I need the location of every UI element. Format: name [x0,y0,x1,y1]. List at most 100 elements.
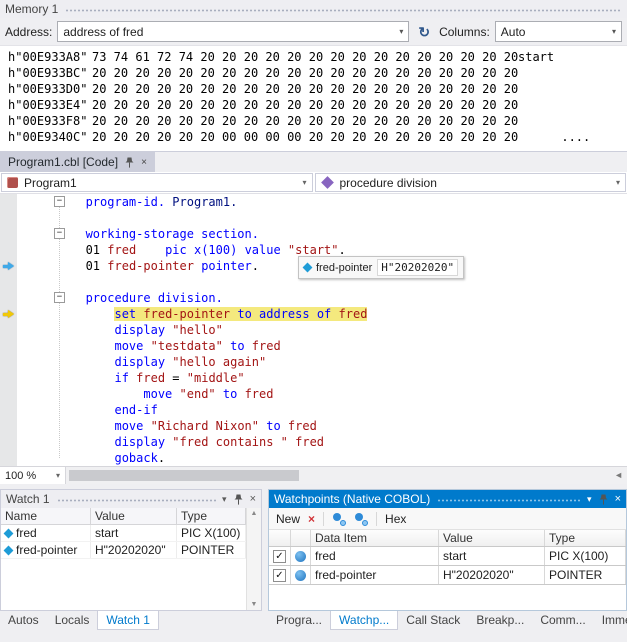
chevron-down-icon[interactable]: ▾ [612,27,616,36]
datatip[interactable]: fred-pointerH"20202020" [298,256,464,279]
code-lines: − program-id. Program1. − working-storage… [0,194,627,466]
memory-row[interactable]: h"00E933BC"20 20 20 20 20 20 20 20 20 20… [0,65,627,81]
watch-title-bar[interactable]: Watch 1 ▾ × [1,490,261,508]
memory-row[interactable]: h"00E933F8"20 20 20 20 20 20 20 20 20 20… [0,113,627,129]
window-position-icon[interactable]: ▾ [222,495,227,504]
watch-column-header[interactable]: Value [91,508,177,524]
code-line[interactable]: − working-storage section. [0,226,627,242]
fold-collapse-icon[interactable]: − [54,196,65,207]
watchpoint-column-header[interactable]: Value [439,530,545,546]
watchpoints-title-bar[interactable]: Watchpoints (Native COBOL) ▾ × [269,490,626,508]
watch-type: PIC X(100) [177,525,246,541]
code-line[interactable]: − program-id. Program1. [0,194,627,210]
chevron-down-icon: ▾ [616,178,620,187]
tab-watchp[interactable]: Watchp... [330,611,398,630]
window-position-icon[interactable]: ▾ [587,495,592,504]
memory-title-bar[interactable]: Memory 1 [0,0,627,18]
code-line[interactable]: display "fred contains " fred [0,434,627,450]
refresh-icon[interactable]: ↻ [418,25,430,39]
code-line[interactable]: move "testdata" to fred [0,338,627,354]
memory-ascii [518,65,627,81]
watchpoint-header-spacer [291,530,311,546]
columns-select[interactable]: Auto ▾ [495,21,622,42]
code-area[interactable]: − program-id. Program1. − working-storage… [0,194,627,466]
watchpoint-goto-icon[interactable] [354,512,368,526]
tab-call-stack[interactable]: Call Stack [398,611,468,630]
watchpoint-row[interactable]: ✓fredstartPIC X(100) [269,547,626,566]
tab-autos[interactable]: Autos [0,611,47,630]
scroll-left-icon[interactable]: ◄ [614,470,623,481]
memory-ascii [518,81,627,97]
tab-immedi[interactable]: Immedi... [594,611,627,630]
scroll-up-icon[interactable]: ▲ [251,510,258,517]
scope-value: Program1 [24,176,77,190]
code-line[interactable]: move "Richard Nixon" to fred [0,418,627,434]
code-line[interactable]: goback. [0,450,627,466]
code-line[interactable]: 01 fred-pointer pointer.fred-pointerH"20… [0,258,627,274]
watch-column-header[interactable]: Name [1,508,91,524]
close-icon[interactable]: × [250,494,256,505]
fold-collapse-icon[interactable]: − [54,228,65,239]
code-line[interactable]: if fred = "middle" [0,370,627,386]
watch-rows: fredstartPIC X(100)fred-pointerH"2020202… [1,525,246,559]
fold-collapse-icon[interactable]: − [54,292,65,303]
tab-breakp[interactable]: Breakp... [468,611,532,630]
code-line[interactable]: display "hello" [0,322,627,338]
tab-watch-1[interactable]: Watch 1 [97,611,159,630]
code-line[interactable]: − procedure division. [0,290,627,306]
datatip-value: H"20202020" [377,259,458,276]
memory-address: h"00E933D0" [0,81,92,97]
memory-hex-bytes: 73 74 61 72 74 20 20 20 20 20 20 20 20 2… [92,49,518,65]
watchpoint-rows: ✓fredstartPIC X(100)✓fred-pointerH"20202… [269,547,626,585]
address-input[interactable]: address of fred ▾ [57,21,409,42]
tab-locals[interactable]: Locals [47,611,98,630]
watchpoint-refresh-icon[interactable] [332,512,346,526]
address-value: address of fred [63,25,143,39]
new-watchpoint-button[interactable]: New [276,512,300,526]
watchpoint-enabled-checkbox[interactable]: ✓ [273,569,286,582]
tab-program1-cbl[interactable]: Program1.cbl [Code] × [0,152,155,172]
zoom-select[interactable]: 100 % ▾ [0,467,66,484]
chevron-down-icon[interactable]: ▾ [56,471,60,480]
watchpoint-column-header[interactable]: Type [545,530,626,546]
chevron-down-icon[interactable]: ▾ [399,27,403,36]
watch-diamond-icon [4,545,14,555]
scroll-down-icon[interactable]: ▼ [251,601,258,608]
code-line[interactable]: display "hello again" [0,354,627,370]
delete-watchpoint-icon[interactable]: × [308,513,315,525]
watch-column-header[interactable]: Type [177,508,246,524]
code-line[interactable]: set fred-pointer to address of fred [0,306,627,322]
tab-progra[interactable]: Progra... [268,611,330,630]
member-value: procedure division [340,176,437,190]
watch-scrollbar[interactable]: ▲ ▼ [246,508,261,610]
pin-icon[interactable] [234,494,243,505]
watch-row[interactable]: fredstartPIC X(100) [1,525,246,542]
memory-row[interactable]: h"00E9340C"20 20 20 20 20 20 00 00 00 00… [0,129,627,145]
code-line[interactable]: move "end" to fred [0,386,627,402]
close-icon[interactable]: × [141,157,147,168]
memory-row[interactable]: h"00E933D0"20 20 20 20 20 20 20 20 20 20… [0,81,627,97]
memory-ascii: start [518,49,627,65]
memory-hex-bytes: 20 20 20 20 20 20 20 20 20 20 20 20 20 2… [92,81,518,97]
hex-toggle-button[interactable]: Hex [385,512,406,526]
address-label: Address: [5,25,52,39]
close-icon[interactable]: × [615,494,621,505]
pin-icon[interactable] [599,494,608,505]
horizontal-scrollbar[interactable]: ◄ [66,467,627,484]
watchpoints-title: Watchpoints (Native COBOL) [274,492,430,506]
memory-hex-bytes: 20 20 20 20 20 20 00 00 00 00 20 20 20 2… [92,129,518,145]
scope-dropdown[interactable]: Program1 ▾ [1,173,313,192]
watch-row[interactable]: fred-pointerH"20202020"POINTER [1,542,246,559]
member-dropdown[interactable]: procedure division ▾ [315,173,627,192]
pin-icon[interactable] [125,157,134,168]
watchpoint-enabled-checkbox[interactable]: ✓ [273,550,286,563]
watchpoint-column-header[interactable]: Data Item [311,530,439,546]
watch-value: H"20202020" [91,542,177,558]
code-line[interactable] [0,210,627,226]
tab-comm[interactable]: Comm... [532,611,593,630]
code-line[interactable]: end-if [0,402,627,418]
memory-row[interactable]: h"00E933A8"73 74 61 72 74 20 20 20 20 20… [0,49,627,65]
watchpoint-row[interactable]: ✓fred-pointerH"20202020"POINTER [269,566,626,585]
scrollbar-thumb[interactable] [69,470,299,481]
memory-row[interactable]: h"00E933E4"20 20 20 20 20 20 20 20 20 20… [0,97,627,113]
